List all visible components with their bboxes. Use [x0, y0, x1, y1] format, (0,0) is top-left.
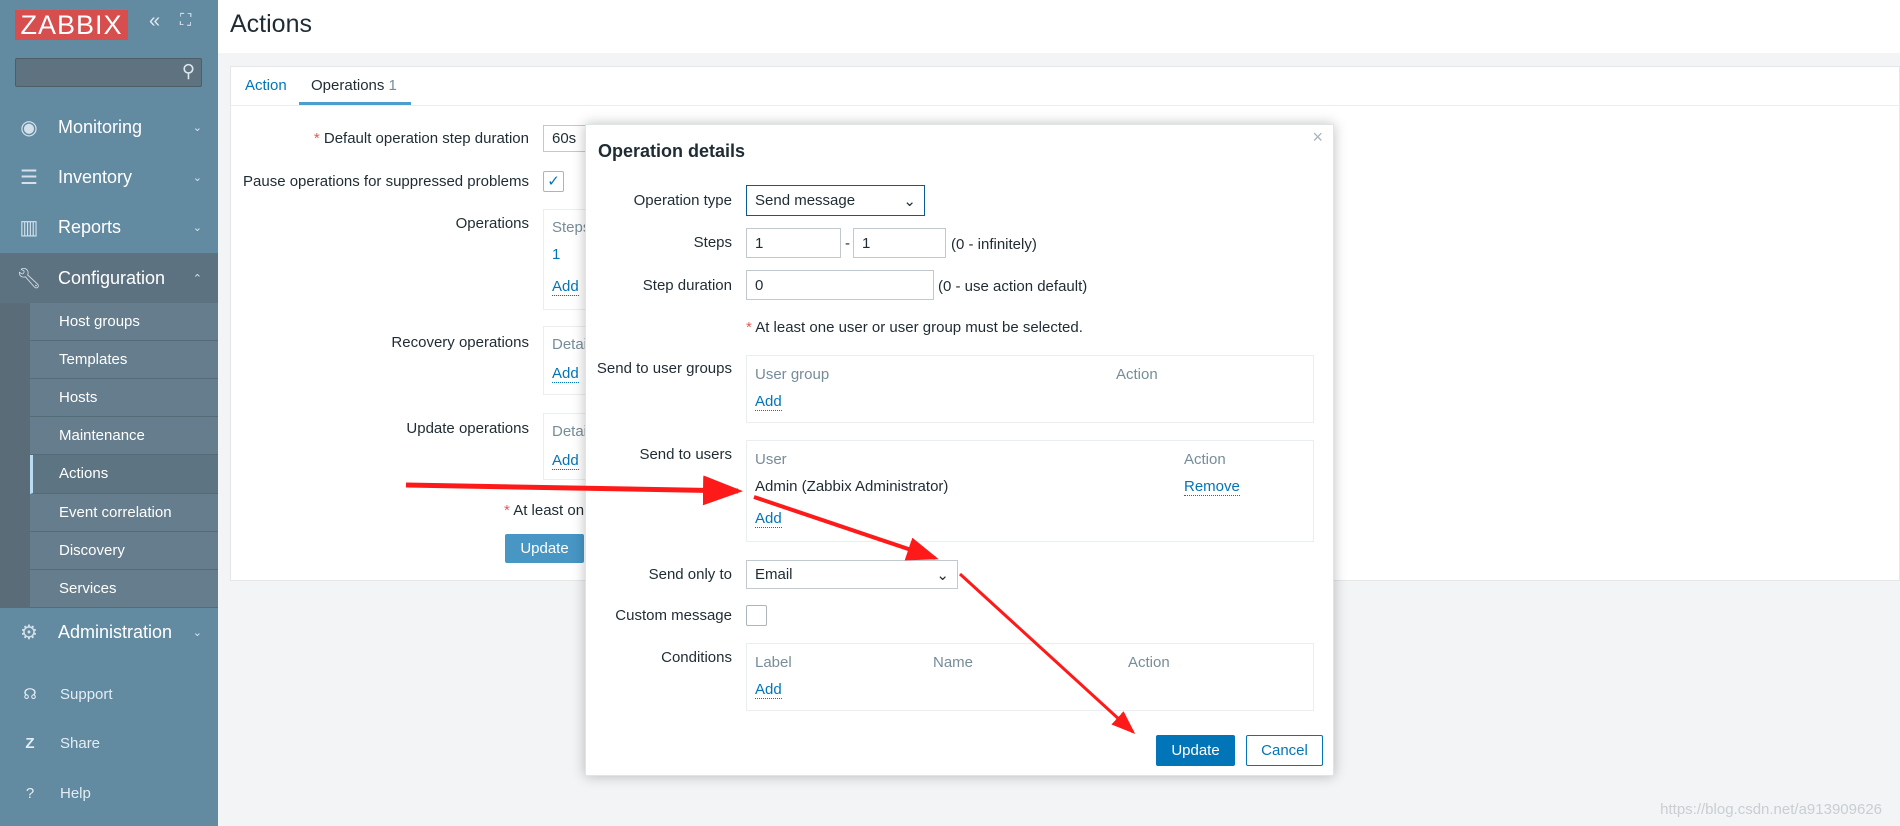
- arrow-to-send-only: [753, 495, 939, 561]
- watermark: https://blog.csdn.net/a913909626: [1660, 801, 1882, 818]
- annotation-arrows: [405, 475, 1136, 735]
- arrow-to-update: [958, 572, 1136, 735]
- arrow-to-user: [405, 475, 743, 506]
